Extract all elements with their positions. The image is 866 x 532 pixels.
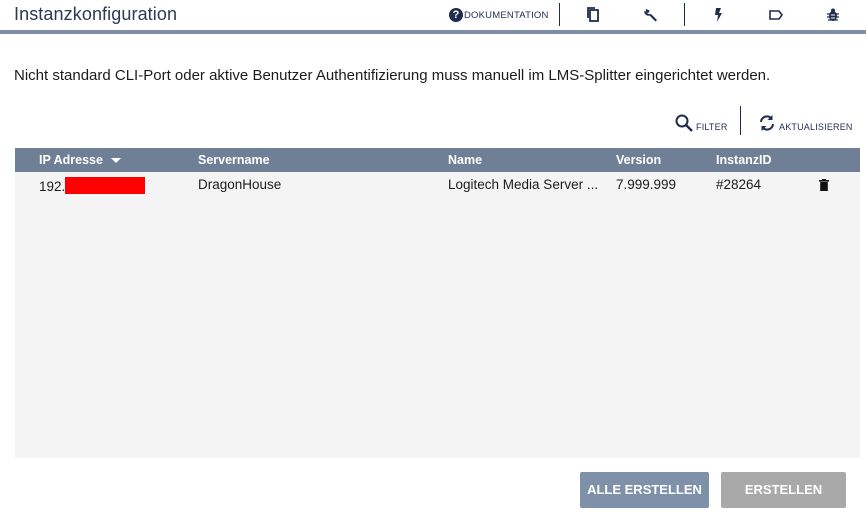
table-row[interactable]: 192. DragonHouse Logitech Media Server .… (15, 172, 860, 196)
create-all-button[interactable]: ALLE ERSTELLEN (580, 472, 709, 508)
app-header: Instanzkonfiguration ? DOKUMENTATION (0, 0, 866, 30)
info-notice: Nicht standard CLI-Port oder aktive Benu… (14, 67, 771, 84)
column-header-instanzid[interactable]: InstanzID (716, 153, 772, 167)
header-divider (559, 3, 560, 26)
cell-instanzid: #28264 (716, 177, 762, 192)
filter-button[interactable]: FILTER (674, 111, 728, 133)
help-icon: ? (449, 8, 463, 22)
tag-icon[interactable] (767, 6, 785, 24)
cell-ip: 192. (39, 177, 146, 194)
documentation-label: DOKUMENTATION (464, 9, 549, 21)
refresh-button[interactable]: AKTUALISIEREN (757, 111, 853, 133)
create-button: ERSTELLEN (721, 472, 846, 508)
toolbar-divider (740, 106, 741, 135)
cell-name: Logitech Media Server ... (448, 177, 599, 192)
refresh-label: AKTUALISIEREN (779, 122, 853, 132)
column-header-name[interactable]: Name (448, 153, 482, 167)
sort-desc-icon (110, 158, 121, 164)
copy-icon[interactable] (585, 6, 603, 24)
table-header: IP Adresse Servername Name Version Insta… (15, 148, 860, 172)
instance-table: IP Adresse Servername Name Version Insta… (15, 148, 860, 458)
search-icon (675, 114, 693, 132)
documentation-button[interactable]: ? DOKUMENTATION (449, 7, 549, 23)
bolt-icon[interactable] (710, 6, 728, 24)
column-header-servername[interactable]: Servername (198, 153, 270, 167)
header-divider (684, 3, 685, 26)
cell-servername: DragonHouse (198, 177, 282, 192)
bug-icon[interactable] (824, 6, 842, 24)
cell-version: 7.999.999 (616, 177, 677, 192)
column-header-ip[interactable]: IP Adresse (39, 153, 121, 167)
header-accent-bar (0, 30, 866, 34)
filter-label: FILTER (696, 122, 728, 132)
trash-icon[interactable] (819, 179, 829, 191)
refresh-icon (760, 115, 774, 131)
column-header-version[interactable]: Version (616, 153, 661, 167)
redaction-block (65, 177, 146, 194)
wrench-icon[interactable] (642, 6, 660, 24)
page-title: Instanzkonfiguration (14, 4, 178, 24)
